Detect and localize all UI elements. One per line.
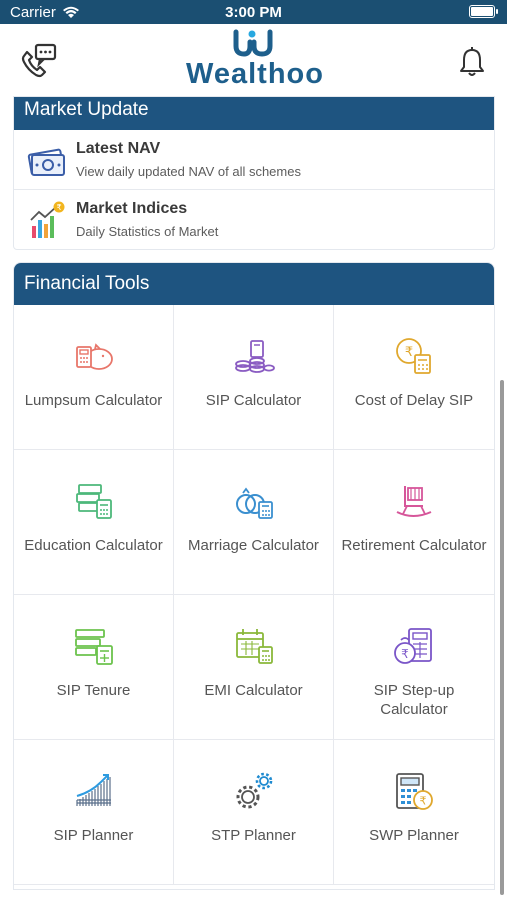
market-chart-icon: ₹ bbox=[30, 201, 65, 238]
tool-label: SIP Calculator bbox=[205, 392, 302, 409]
tool-sip-planner[interactable]: SIP Planner bbox=[14, 740, 174, 885]
latest-nav-row[interactable]: Latest NAV View daily updated NAV of all… bbox=[14, 130, 494, 190]
financial-tools-card: Financial Tools Lumpsum Calculator SIP C… bbox=[13, 262, 495, 890]
currency-icon bbox=[27, 148, 65, 176]
tool-label: SWP Planner bbox=[369, 827, 459, 844]
tool-label: Lumpsum Calculator bbox=[24, 392, 163, 409]
market-update-title: Market Update bbox=[14, 97, 494, 130]
chat-support-icon[interactable] bbox=[18, 42, 58, 82]
market-indices-title: Market Indices bbox=[76, 200, 188, 217]
tool-sip-calculator[interactable]: SIP Calculator bbox=[174, 305, 334, 450]
tool-label: SIP Step-up Calculator bbox=[373, 682, 455, 718]
market-update-card: Market Update Latest NAV View daily upda… bbox=[13, 96, 495, 250]
tools-grid: Lumpsum Calculator SIP Calculator ₹ Cost… bbox=[14, 305, 494, 885]
tool-sip-step-up-calculator[interactable]: ₹ SIP Step-up Calculator bbox=[334, 595, 494, 740]
tool-label: Retirement Calculator bbox=[341, 537, 487, 554]
svg-text:₹: ₹ bbox=[405, 345, 413, 360]
tool-education-calculator[interactable]: Education Calculator bbox=[14, 450, 174, 595]
app-header: Wealthoo bbox=[0, 24, 507, 96]
scrollbar[interactable] bbox=[500, 380, 504, 895]
tool-swp-planner[interactable]: ₹ SWP Planner bbox=[334, 740, 494, 885]
tool-retirement-calculator[interactable]: Retirement Calculator bbox=[334, 450, 494, 595]
battery-icon bbox=[469, 5, 498, 18]
clock: 3:00 PM bbox=[225, 4, 282, 21]
app-logo: Wealthoo bbox=[175, 28, 335, 94]
tool-marriage-calculator[interactable]: Marriage Calculator bbox=[174, 450, 334, 595]
logo-text: Wealthoo bbox=[186, 58, 324, 90]
tool-label: SIP Tenure bbox=[56, 682, 131, 699]
swp-calculator-icon: ₹ bbox=[396, 773, 433, 810]
financial-tools-title: Financial Tools bbox=[14, 263, 494, 305]
market-indices-row[interactable]: ₹ Market Indices Daily Statistics of Mar… bbox=[14, 190, 494, 250]
market-indices-subtitle: Daily Statistics of Market bbox=[76, 224, 219, 239]
tool-label: Education Calculator bbox=[24, 537, 163, 554]
tool-label: Cost of Delay SIP bbox=[354, 392, 474, 409]
bell-icon[interactable] bbox=[457, 46, 487, 78]
tool-stp-planner[interactable]: STP Planner bbox=[174, 740, 334, 885]
tool-cost-of-delay-sip[interactable]: ₹ Cost of Delay SIP bbox=[334, 305, 494, 450]
svg-text:₹: ₹ bbox=[420, 795, 427, 808]
coins-icon bbox=[235, 340, 275, 373]
tool-sip-tenure[interactable]: SIP Tenure bbox=[14, 595, 174, 740]
rings-icon bbox=[236, 487, 273, 519]
latest-nav-subtitle: View daily updated NAV of all schemes bbox=[76, 164, 301, 179]
tool-label: STP Planner bbox=[211, 827, 296, 844]
education-icon bbox=[76, 484, 112, 519]
calendar-calculator-icon bbox=[236, 629, 273, 664]
logo-mark-icon bbox=[233, 29, 273, 57]
gears-icon bbox=[236, 772, 273, 809]
rupee-calculator-icon: ₹ bbox=[396, 338, 431, 374]
rocking-chair-icon bbox=[396, 486, 432, 517]
tenure-icon bbox=[75, 629, 113, 665]
tool-label: SIP Planner bbox=[53, 827, 134, 844]
svg-text:₹: ₹ bbox=[56, 203, 61, 212]
tool-label: EMI Calculator bbox=[204, 682, 303, 699]
tool-emi-calculator[interactable]: EMI Calculator bbox=[174, 595, 334, 740]
status-bar: Carrier 3:00 PM bbox=[0, 0, 507, 24]
latest-nav-title: Latest NAV bbox=[76, 140, 161, 157]
piggy-bank-icon bbox=[76, 343, 113, 370]
growth-chart-icon bbox=[76, 774, 111, 806]
tool-lumpsum-calculator[interactable]: Lumpsum Calculator bbox=[14, 305, 174, 450]
tool-label: Marriage Calculator bbox=[188, 537, 319, 554]
step-up-icon: ₹ bbox=[394, 628, 432, 664]
svg-text:₹: ₹ bbox=[401, 647, 409, 661]
